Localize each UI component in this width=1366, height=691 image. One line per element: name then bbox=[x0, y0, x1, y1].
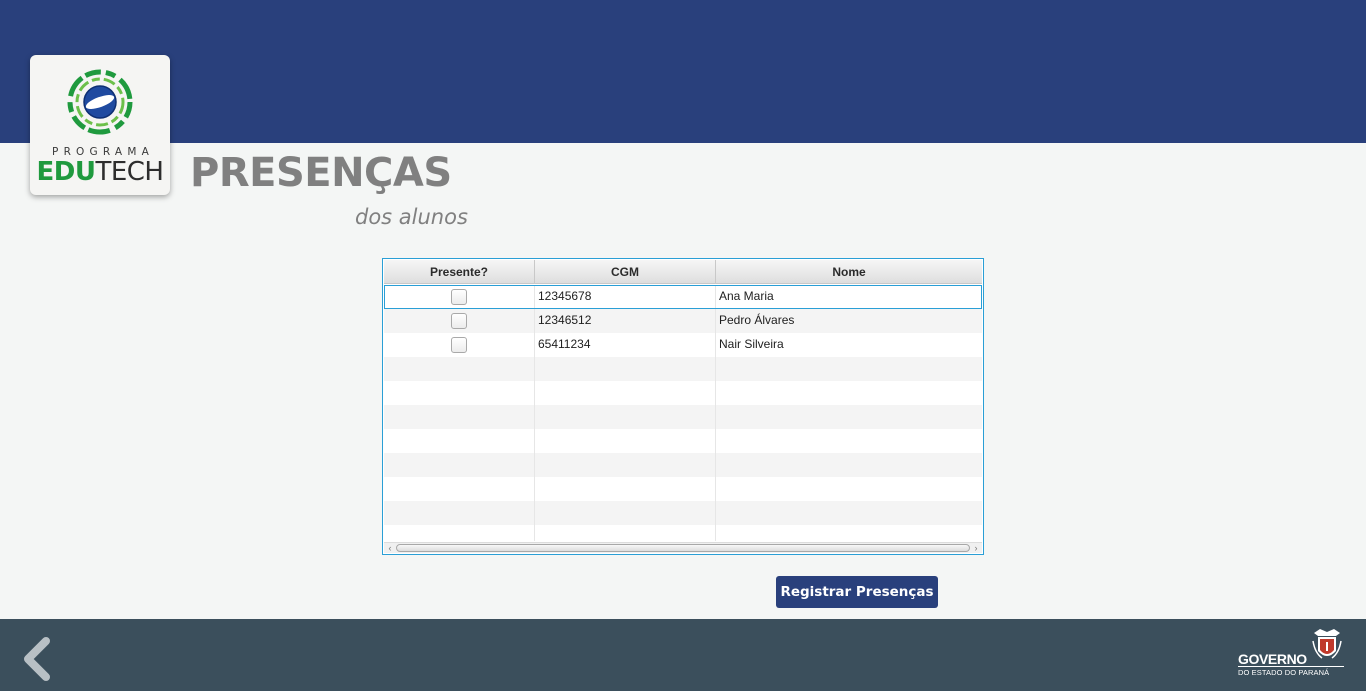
empty-row bbox=[384, 405, 982, 429]
empty-row bbox=[384, 453, 982, 477]
gov-divider bbox=[1238, 666, 1344, 667]
logo-wordmark-edu: EDU bbox=[36, 157, 96, 187]
empty-row bbox=[384, 381, 982, 405]
nome-cell: Pedro Álvares bbox=[719, 313, 795, 327]
empty-row bbox=[384, 429, 982, 453]
present-cell bbox=[384, 309, 535, 333]
table-row[interactable]: 12345678 Ana Maria bbox=[384, 285, 982, 309]
footer-bar bbox=[0, 619, 1366, 691]
column-header-cgm[interactable]: CGM bbox=[535, 260, 716, 284]
table-row[interactable]: 12346512 Pedro Álvares bbox=[384, 309, 982, 333]
edutech-emblem-icon bbox=[67, 69, 133, 135]
attendance-table[interactable]: Presente? CGM Nome 12345678 Ana Maria 12… bbox=[382, 258, 984, 555]
logo-wordmark: EDUTECH bbox=[30, 157, 170, 187]
column-header-nome[interactable]: Nome bbox=[716, 260, 982, 284]
table-body: 12345678 Ana Maria 12346512 Pedro Álvare… bbox=[384, 285, 982, 541]
nome-cell: Nair Silveira bbox=[719, 337, 784, 351]
scroll-right-icon[interactable]: › bbox=[971, 543, 981, 553]
nome-cell: Ana Maria bbox=[719, 289, 774, 303]
cgm-cell: 65411234 bbox=[535, 333, 716, 357]
empty-row bbox=[384, 501, 982, 525]
present-cell bbox=[384, 333, 535, 357]
empty-row bbox=[384, 477, 982, 501]
cgm-cell: 12345678 bbox=[535, 285, 716, 309]
column-header-present[interactable]: Presente? bbox=[384, 260, 535, 284]
present-checkbox[interactable] bbox=[451, 337, 467, 353]
page-title: PRESENÇAS bbox=[190, 150, 452, 196]
present-cell bbox=[384, 285, 535, 309]
present-checkbox[interactable] bbox=[451, 289, 467, 305]
top-header-bar bbox=[0, 0, 1366, 143]
logo-wordmark-tech: TECH bbox=[95, 157, 164, 187]
scrollbar-thumb[interactable] bbox=[396, 544, 970, 552]
chevron-left-icon[interactable] bbox=[20, 637, 52, 681]
cgm-cell: 12346512 bbox=[535, 309, 716, 333]
gov-title: GOVERNO bbox=[1238, 651, 1307, 667]
table-header: Presente? CGM Nome bbox=[384, 260, 982, 284]
edutech-logo: PROGRAMA EDUTECH bbox=[30, 55, 170, 195]
scroll-left-icon[interactable]: ‹ bbox=[385, 543, 395, 553]
table-row[interactable]: 65411234 Nair Silveira bbox=[384, 333, 982, 357]
register-attendance-button[interactable]: Registrar Presenças bbox=[776, 576, 938, 608]
government-logo: GOVERNO DO ESTADO DO PARANÁ bbox=[1236, 627, 1348, 679]
horizontal-scrollbar[interactable]: ‹ › bbox=[384, 542, 982, 553]
gov-subtitle: DO ESTADO DO PARANÁ bbox=[1238, 668, 1330, 677]
present-checkbox[interactable] bbox=[451, 313, 467, 329]
empty-row bbox=[384, 357, 982, 381]
page-subtitle: dos alunos bbox=[355, 205, 468, 229]
parana-crest-icon bbox=[1312, 629, 1342, 659]
empty-row bbox=[384, 525, 982, 541]
